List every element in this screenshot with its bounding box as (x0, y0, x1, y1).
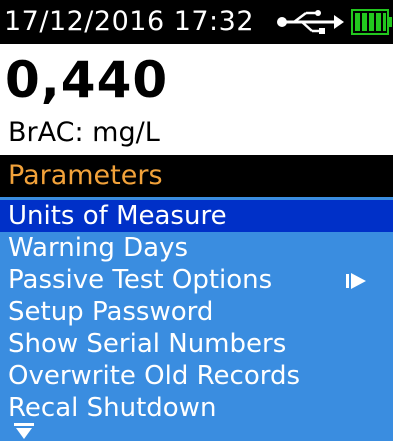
status-bar: 17/12/2016 17:32 (0, 0, 393, 44)
menu-item-label: Units of Measure (8, 201, 227, 231)
usb-icon (277, 10, 344, 34)
device-screen: 17/12/2016 17:32 0,440 BrAC: mg/L Parame… (0, 0, 393, 441)
battery-full-icon (351, 9, 392, 35)
menu-item-label: Setup Password (8, 297, 214, 327)
menu-header: Parameters (0, 155, 393, 197)
chevron-down-icon[interactable] (14, 423, 34, 439)
status-datetime: 17/12/2016 17:32 (4, 6, 255, 37)
menu-item-units-of-measure[interactable]: Units of Measure (0, 200, 393, 232)
reading-unit: BrAC: mg/L (8, 117, 160, 148)
menu-item-overwrite-old-records[interactable]: Overwrite Old Records (0, 360, 393, 392)
submenu-arrow-icon (346, 273, 366, 289)
menu-item-label: Show Serial Numbers (8, 329, 287, 359)
reading-panel: 0,440 BrAC: mg/L (0, 44, 393, 159)
menu-item-warning-days[interactable]: Warning Days (0, 232, 393, 264)
menu-item-label: Passive Test Options (8, 265, 273, 295)
menu-item-label: Recal Shutdown (8, 393, 217, 423)
menu-item-setup-password[interactable]: Setup Password (0, 296, 393, 328)
menu-item-label: Warning Days (8, 233, 189, 263)
menu-title: Parameters (8, 160, 163, 191)
parameters-menu: Units of Measure Warning Days Passive Te… (0, 197, 393, 441)
reading-value: 0,440 (5, 51, 169, 109)
menu-item-recal-shutdown[interactable]: Recal Shutdown (0, 392, 393, 424)
menu-item-passive-test-options[interactable]: Passive Test Options (0, 264, 393, 296)
menu-item-show-serial-numbers[interactable]: Show Serial Numbers (0, 328, 393, 360)
menu-item-label: Overwrite Old Records (8, 361, 301, 391)
